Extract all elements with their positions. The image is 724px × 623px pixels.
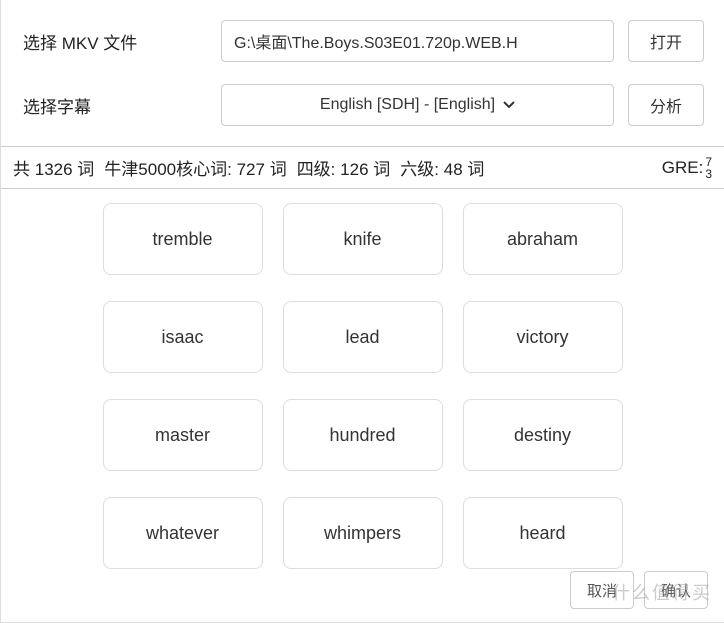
file-path-input[interactable]	[221, 20, 614, 62]
analyze-button[interactable]: 分析	[628, 84, 704, 126]
stats-oxford-label: 牛津5000核心词:	[104, 160, 232, 179]
stats-oxford-value: 727	[237, 160, 265, 179]
word-card[interactable]: victory	[463, 301, 623, 373]
file-label: 选择 MKV 文件	[21, 29, 221, 54]
word-grid: tremble knife abraham isaac lead victory…	[1, 203, 724, 569]
word-card[interactable]: whatever	[103, 497, 263, 569]
stats-bar: 共 1326 词 牛津5000核心词: 727 词 四级: 126 词 六级: …	[1, 146, 724, 189]
word-card[interactable]: hundred	[283, 399, 443, 471]
stats-gre-label: GRE:	[662, 158, 704, 178]
stats-cet6-value: 48	[444, 160, 463, 179]
stats-cet4-label: 四级:	[297, 160, 336, 179]
stats-cet6-label: 六级:	[400, 160, 439, 179]
word-card[interactable]: destiny	[463, 399, 623, 471]
open-button[interactable]: 打开	[628, 20, 704, 62]
word-card[interactable]: isaac	[103, 301, 263, 373]
word-card[interactable]: whimpers	[283, 497, 443, 569]
stats-total-prefix: 共	[13, 160, 30, 179]
word-card[interactable]: lead	[283, 301, 443, 373]
subtitle-select[interactable]: English [SDH] - [English]	[221, 84, 614, 126]
stats-oxford-suffix: 词	[270, 160, 287, 179]
word-card[interactable]: tremble	[103, 203, 263, 275]
word-card[interactable]: master	[103, 399, 263, 471]
word-card[interactable]: heard	[463, 497, 623, 569]
stats-gre-bottom: 3	[705, 168, 712, 180]
stats-total-suffix: 词	[77, 160, 94, 179]
stats-cet4-value: 126	[340, 160, 368, 179]
word-card[interactable]: knife	[283, 203, 443, 275]
word-card[interactable]: abraham	[463, 203, 623, 275]
subtitle-label: 选择字幕	[21, 93, 221, 118]
chevron-down-icon	[503, 101, 515, 109]
stats-cet6-suffix: 词	[467, 160, 484, 179]
stats-gre-top: 7	[705, 156, 712, 168]
footer-confirm-button[interactable]: 确认	[644, 571, 708, 609]
stats-cet4-suffix: 词	[373, 160, 390, 179]
stats-total-value: 1326	[35, 160, 73, 179]
footer-cancel-button[interactable]: 取消	[570, 571, 634, 609]
subtitle-select-value: English [SDH] - [English]	[320, 96, 495, 114]
